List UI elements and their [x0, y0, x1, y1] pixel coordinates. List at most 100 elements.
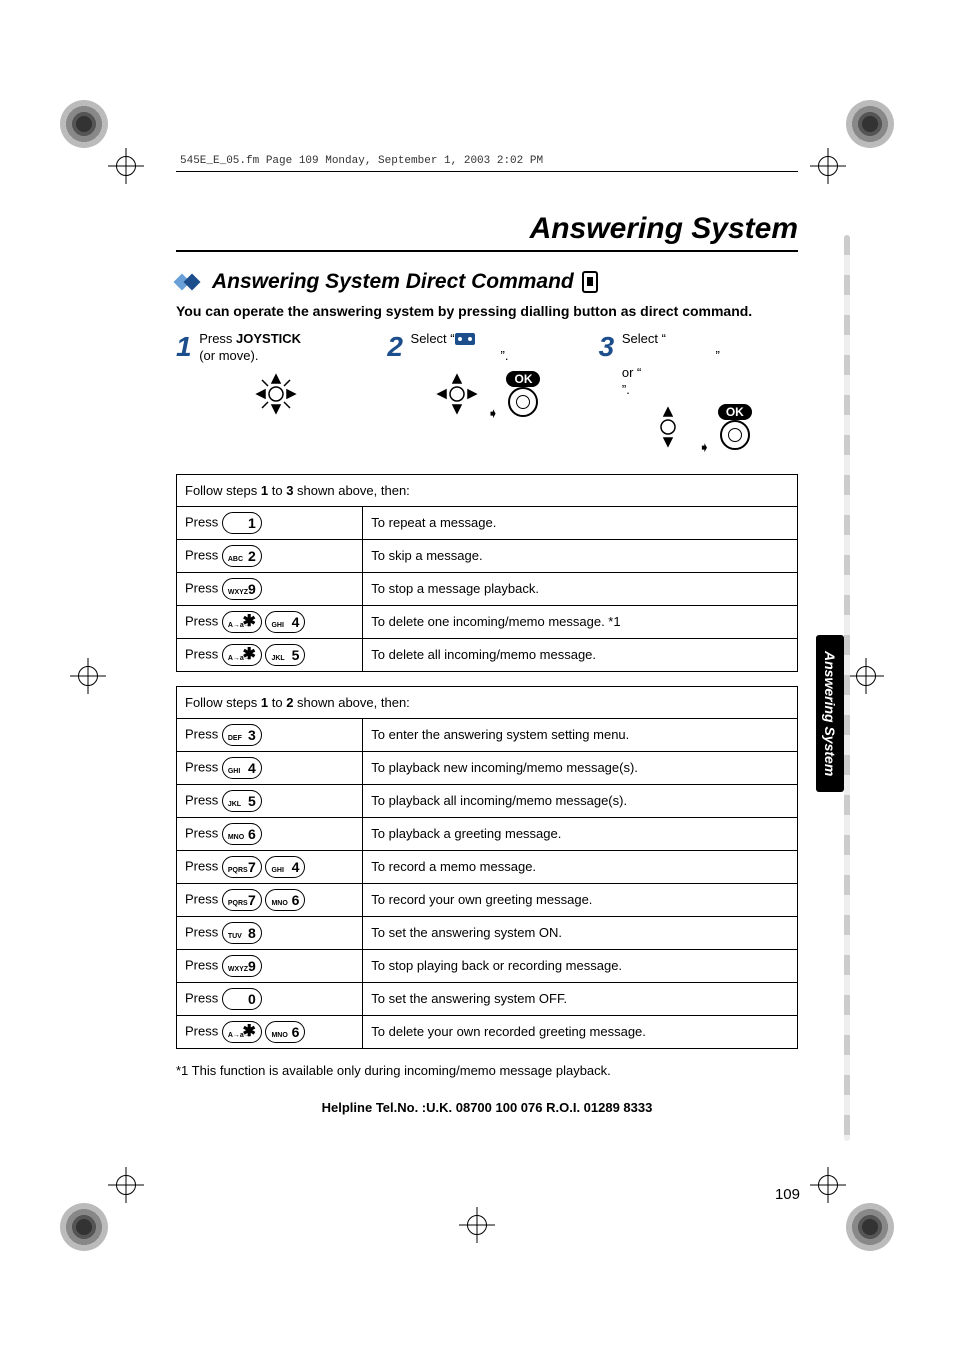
handset-icon — [582, 271, 598, 293]
command-table-2: Follow steps 1 to 2 shown above, then: P… — [176, 686, 798, 1049]
press-cell: Press WXYZ9 — [177, 572, 363, 605]
ok-button-icon: OK — [506, 371, 540, 387]
table-row: Press TUV8To set the answering system ON… — [177, 916, 798, 949]
dial-ring-icon — [508, 387, 538, 417]
page-title: Answering System — [176, 212, 798, 246]
footnote: *1 This function is available only durin… — [176, 1063, 798, 1078]
step-text-fragment: Select “ — [622, 331, 666, 346]
press-cell: Press A→a→✱ MNO6 — [177, 1015, 363, 1048]
table-row: Press 0To set the answering system OFF. — [177, 982, 798, 1015]
table-row: Press ABC2To skip a message. — [177, 539, 798, 572]
description-cell: To delete all incoming/memo message. — [363, 638, 798, 671]
press-cell: Press A→a→✱ JKL5 — [177, 638, 363, 671]
keypad-key-icon: WXYZ9 — [222, 955, 262, 977]
joystick-icon — [434, 371, 480, 417]
keypad-key-icon: MNO6 — [265, 1021, 305, 1043]
description-cell: To set the answering system ON. — [363, 916, 798, 949]
table-row: Press PQRS7 GHI4To record a memo message… — [177, 850, 798, 883]
description-cell: To stop playing back or recording messag… — [363, 949, 798, 982]
print-mark-icon — [60, 100, 108, 148]
description-cell: To playback new incoming/memo message(s)… — [363, 751, 798, 784]
keypad-key-icon: JKL5 — [222, 790, 262, 812]
table-header: Follow steps 1 to 3 shown above, then: — [177, 474, 798, 506]
step-3: 3 Select “ ” or “ ”. ➧ OK — [599, 331, 798, 456]
table-header: Follow steps 1 to 2 shown above, then: — [177, 686, 798, 718]
keypad-key-icon: WXYZ9 — [222, 578, 262, 600]
step-text: Select “ ” or “ ”. — [622, 331, 732, 399]
page-content: 545E_E_05.fm Page 109 Monday, September … — [170, 155, 804, 1201]
description-cell: To playback all incoming/memo message(s)… — [363, 784, 798, 817]
registration-mark-icon — [108, 1167, 144, 1203]
step-number: 2 — [387, 331, 403, 363]
step-1: 1 Press JOYSTICK(or move). — [176, 331, 375, 456]
press-cell: Press JKL5 — [177, 784, 363, 817]
registration-mark-icon — [108, 148, 144, 184]
table-row: Press GHI4To playback new incoming/memo … — [177, 751, 798, 784]
answering-machine-icon — [455, 333, 475, 345]
step-2: 2 Select “ ”. ➧ OK — [387, 331, 586, 456]
press-cell: Press WXYZ9 — [177, 949, 363, 982]
keypad-key-icon: TUV8 — [222, 922, 262, 944]
ok-button-icon: OK — [718, 404, 752, 420]
press-cell: Press ABC2 — [177, 539, 363, 572]
dial-ring-icon — [720, 420, 750, 450]
press-cell: Press A→a→✱ GHI4 — [177, 605, 363, 638]
table-row: Press WXYZ9To stop playing back or recor… — [177, 949, 798, 982]
registration-mark-icon — [810, 148, 846, 184]
description-cell: To repeat a message. — [363, 506, 798, 539]
press-cell: Press PQRS7 MNO6 — [177, 883, 363, 916]
table-row: Press JKL5To playback all incoming/memo … — [177, 784, 798, 817]
keypad-key-icon: A→a→✱ — [222, 1021, 262, 1043]
description-cell: To delete your own recorded greeting mes… — [363, 1015, 798, 1048]
keypad-key-icon: MNO6 — [265, 889, 305, 911]
registration-mark-icon — [810, 1167, 846, 1203]
press-cell: Press PQRS7 GHI4 — [177, 850, 363, 883]
diamond-bullet-icon — [176, 273, 204, 291]
step-number: 3 — [599, 331, 615, 363]
keypad-key-icon: 0 — [222, 988, 262, 1010]
description-cell: To record your own greeting message. — [363, 883, 798, 916]
print-mark-icon — [846, 100, 894, 148]
step-text-fragment: Select “ — [411, 331, 455, 346]
steps-row: 1 Press JOYSTICK(or move). 2 Select “ ”. — [176, 331, 798, 456]
registration-mark-icon — [459, 1207, 495, 1243]
arrow-right-icon: ➧ — [487, 405, 499, 422]
step-text-fragment: ”. — [622, 382, 630, 397]
page-header-meta: 545E_E_05.fm Page 109 Monday, September … — [176, 155, 798, 167]
keypad-key-icon: A→a→✱ — [222, 644, 262, 666]
description-cell: To record a memo message. — [363, 850, 798, 883]
registration-mark-icon — [848, 658, 884, 694]
keypad-key-icon: ABC2 — [222, 545, 262, 567]
step-number: 1 — [176, 331, 192, 363]
joystick-icon — [645, 404, 691, 450]
keypad-key-icon: GHI4 — [265, 611, 305, 633]
press-cell: Press MNO6 — [177, 817, 363, 850]
helpline-text: Helpline Tel.No. :U.K. 08700 100 076 R.O… — [176, 1100, 798, 1115]
keypad-key-icon: JKL5 — [265, 644, 305, 666]
intro-text: You can operate the answering system by … — [176, 302, 798, 321]
step-text-fragment: or “ — [622, 365, 642, 380]
description-cell: To skip a message. — [363, 539, 798, 572]
keypad-key-icon: A→a→✱ — [222, 611, 262, 633]
section-heading-text: Answering System Direct Command — [212, 270, 574, 294]
keypad-key-icon: GHI4 — [222, 757, 262, 779]
print-mark-icon — [60, 1203, 108, 1251]
keypad-key-icon: GHI4 — [265, 856, 305, 878]
divider — [176, 171, 798, 172]
table-row: Press 1To repeat a message. — [177, 506, 798, 539]
keypad-key-icon: DEF3 — [222, 724, 262, 746]
description-cell: To delete one incoming/memo message. *1 — [363, 605, 798, 638]
table-row: Press DEF3To enter the answering system … — [177, 718, 798, 751]
page-number: 109 — [775, 1186, 800, 1203]
keypad-key-icon: PQRS7 — [222, 889, 262, 911]
table-row: Press WXYZ9To stop a message playback. — [177, 572, 798, 605]
description-cell: To playback a greeting message. — [363, 817, 798, 850]
step-text-fragment: ” — [715, 348, 719, 363]
step-text-fragment: ”. — [501, 348, 509, 363]
table-row: Press A→a→✱ GHI4To delete one incoming/m… — [177, 605, 798, 638]
press-cell: Press GHI4 — [177, 751, 363, 784]
description-cell: To set the answering system OFF. — [363, 982, 798, 1015]
table-row: Press PQRS7 MNO6To record your own greet… — [177, 883, 798, 916]
registration-mark-icon — [70, 658, 106, 694]
command-table-1: Follow steps 1 to 3 shown above, then: P… — [176, 474, 798, 672]
